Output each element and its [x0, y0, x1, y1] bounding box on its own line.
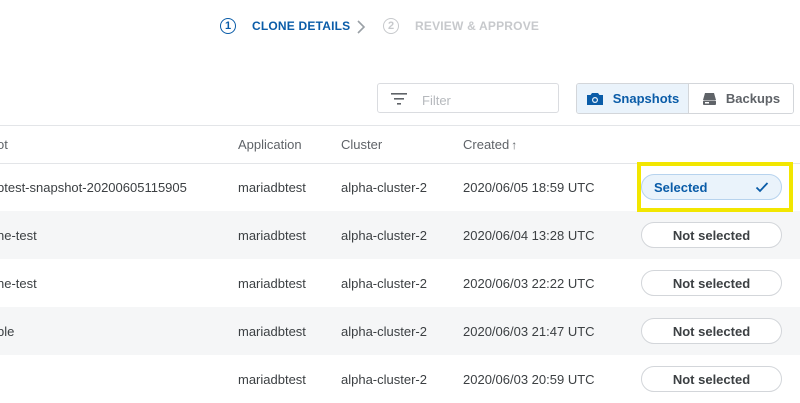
cluster-cell: alpha-cluster-2 [341, 180, 427, 195]
snapshot-name: ne-test [0, 228, 37, 243]
cluster-cell: alpha-cluster-2 [341, 228, 427, 243]
snapshot-name: ne-test [0, 276, 37, 291]
snapshots-tab[interactable]: Snapshots [577, 84, 689, 113]
application-cell: mariadbtest [238, 324, 306, 339]
application-cell: mariadbtest [238, 276, 306, 291]
select-toggle-button[interactable]: Not selected [641, 318, 782, 344]
step-label: CLONE DETAILS [252, 19, 351, 33]
select-toggle-button[interactable]: Not selected [641, 222, 782, 248]
table-row[interactable]: ble mariadbtest alpha-cluster-2 2020/06/… [0, 307, 800, 355]
view-toggle: Snapshots Backups [576, 83, 794, 114]
column-header-created[interactable]: Created ↑ [463, 137, 517, 152]
application-cell: mariadbtest [238, 228, 306, 243]
filter-box[interactable] [377, 83, 559, 113]
table-header: ot Application Cluster Created ↑ [0, 126, 800, 164]
backups-label: Backups [725, 91, 781, 106]
application-cell: mariadbtest [238, 372, 306, 387]
wizard-stepper: 1 CLONE DETAILS 2 REVIEW & APPROVE [0, 0, 800, 56]
sort-ascending-icon: ↑ [511, 138, 518, 152]
snapshot-name: ble [0, 324, 15, 339]
select-toggle-button[interactable]: Selected [641, 174, 782, 200]
created-cell: 2020/06/05 18:59 UTC [463, 180, 595, 195]
step-number: 2 [383, 18, 399, 34]
select-toggle-label: Selected [654, 179, 708, 195]
table-row[interactable]: ne-test mariadbtest alpha-cluster-2 2020… [0, 211, 800, 259]
snapshot-name: btest-snapshot-20200605115905 [0, 180, 187, 195]
filter-icon [391, 93, 407, 105]
created-cell: 2020/06/03 22:22 UTC [463, 276, 595, 291]
table-row[interactable]: mariadbtest alpha-cluster-2 2020/06/03 2… [0, 355, 800, 403]
column-header-application[interactable]: Application [238, 137, 302, 152]
checkmark-icon [755, 182, 769, 193]
created-cell: 2020/06/03 21:47 UTC [463, 324, 595, 339]
filter-input[interactable] [420, 89, 554, 111]
created-cell: 2020/06/04 13:28 UTC [463, 228, 595, 243]
backups-tab[interactable]: Backups [688, 84, 793, 113]
cluster-cell: alpha-cluster-2 [341, 276, 427, 291]
snapshots-label: Snapshots [612, 91, 680, 106]
application-cell: mariadbtest [238, 180, 306, 195]
step-label: REVIEW & APPROVE [415, 19, 540, 33]
step-clone-details[interactable]: 1 CLONE DETAILS [220, 18, 350, 34]
hard-drive-icon [702, 92, 716, 105]
column-header-name[interactable]: ot [0, 137, 8, 152]
table-row[interactable]: btest-snapshot-20200605115905 mariadbtes… [0, 163, 800, 211]
chevron-right-icon [357, 20, 366, 34]
created-cell: 2020/06/03 20:59 UTC [463, 372, 595, 387]
select-toggle-button[interactable]: Not selected [641, 270, 782, 296]
step-number: 1 [220, 18, 236, 34]
select-toggle-button[interactable]: Not selected [641, 366, 782, 392]
table-row[interactable]: ne-test mariadbtest alpha-cluster-2 2020… [0, 259, 800, 307]
step-review-approve[interactable]: 2 REVIEW & APPROVE [383, 18, 539, 34]
column-header-created-label: Created [463, 137, 510, 152]
column-header-cluster[interactable]: Cluster [341, 137, 382, 152]
cluster-cell: alpha-cluster-2 [341, 324, 427, 339]
cluster-cell: alpha-cluster-2 [341, 372, 427, 387]
camera-icon [586, 92, 603, 105]
